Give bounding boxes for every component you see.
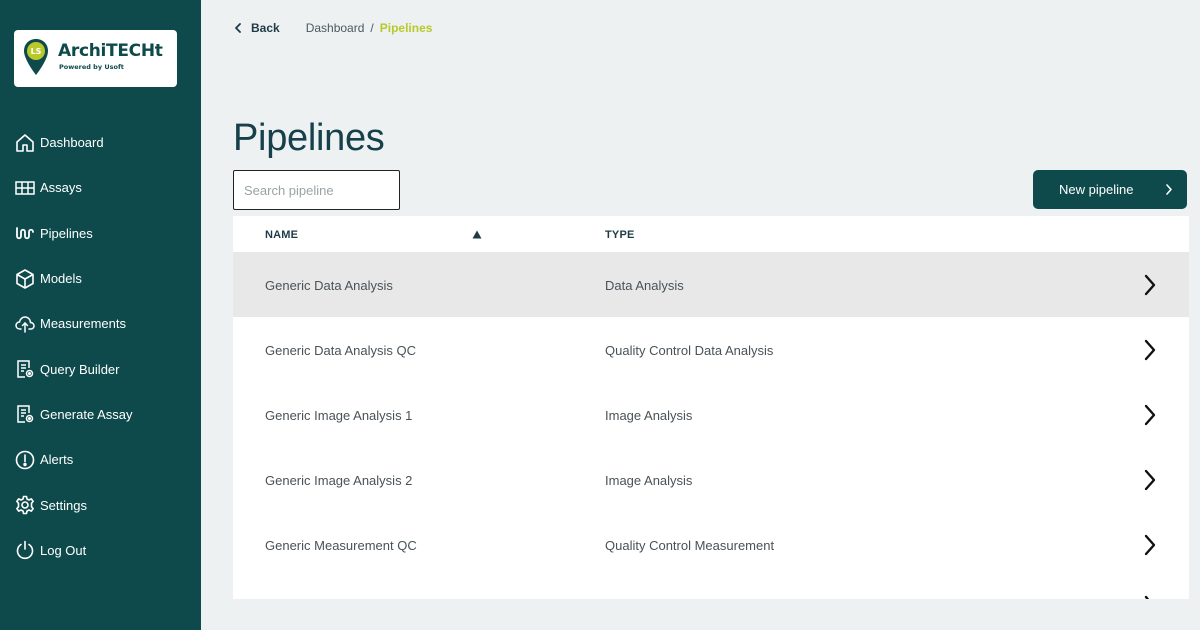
sort-ascending-icon[interactable]: [472, 230, 482, 239]
sidebar-item-generate-assay[interactable]: Generate Assay: [0, 392, 201, 437]
page-title: Pipelines: [233, 117, 385, 159]
cube-icon: [14, 268, 36, 290]
logo-subtitle: Powered by Usoft: [59, 63, 124, 71]
chevron-right-icon: [1166, 184, 1172, 195]
cell-name: Generic Image Analysis 1: [265, 408, 413, 423]
new-pipeline-label: New pipeline: [1059, 182, 1134, 197]
chevron-right-icon[interactable]: [1143, 533, 1157, 557]
document-gear-icon: [14, 403, 36, 425]
sidebar-nav: Dashboard Assays Pipelines Models Measur…: [0, 120, 201, 573]
sidebar: LS ArchiTECHt Powered by Usoft Dashboard…: [0, 0, 201, 630]
sidebar-item-settings[interactable]: Settings: [0, 482, 201, 527]
sidebar-item-label: Pipelines: [40, 225, 93, 241]
sidebar-item-label: Query Builder: [40, 361, 120, 377]
logo-title: ArchiTECHt: [58, 41, 163, 61]
sidebar-item-log-out[interactable]: Log Out: [0, 528, 201, 573]
sidebar-item-label: Dashboard: [40, 135, 104, 151]
chevron-right-icon: [1144, 595, 1150, 599]
sidebar-item-label: Log Out: [40, 542, 87, 558]
table-row[interactable]: Generic Data Analysis Data Analysis: [233, 252, 1189, 317]
breadcrumb: Dashboard / Pipelines: [306, 21, 433, 35]
power-icon: [14, 539, 36, 561]
sidebar-item-assays[interactable]: Assays: [0, 165, 201, 210]
search-input[interactable]: [233, 170, 400, 210]
chevron-right-icon[interactable]: [1143, 468, 1157, 492]
grid-icon: [14, 177, 36, 199]
table-row[interactable]: Generic Image Analysis 1 Image Analysis: [233, 382, 1189, 447]
breadcrumb-current: Pipelines: [379, 21, 433, 35]
table-header: NAME TYPE: [233, 216, 1189, 252]
cell-name: Generic Measurement QC: [265, 538, 417, 553]
breadcrumb-separator: /: [370, 21, 374, 35]
chevron-right-icon[interactable]: [1143, 403, 1157, 427]
cell-type: Image Analysis: [605, 473, 693, 488]
cell-type: Quality Control Measurement: [605, 538, 775, 553]
sidebar-item-models[interactable]: Models: [0, 256, 201, 301]
cell-type: Image Analysis: [605, 408, 693, 423]
sidebar-item-dashboard[interactable]: Dashboard: [0, 120, 201, 165]
back-button[interactable]: Back: [233, 21, 280, 35]
column-header-name[interactable]: NAME: [265, 229, 298, 241]
logo-badge: LS: [31, 47, 42, 56]
pipelines-table: NAME TYPE Generic Data Analysis Data Ana…: [233, 216, 1189, 599]
sidebar-item-label: Assays: [40, 180, 82, 196]
chevron-right-icon[interactable]: [1143, 338, 1157, 362]
document-gear-icon: [14, 358, 36, 380]
cell-name: Generic Data Analysis QC: [265, 343, 417, 358]
sidebar-item-label: Models: [40, 271, 82, 287]
pipeline-icon: [14, 222, 36, 244]
chevron-left-icon: [235, 23, 241, 33]
home-icon: [14, 132, 36, 154]
cloud-upload-icon: [14, 313, 36, 335]
alert-icon: [14, 449, 36, 471]
table-row[interactable]: Generic Measurement QC Quality Control M…: [233, 512, 1189, 577]
cell-name: Generic Image Analysis 2: [265, 473, 413, 488]
chevron-right-icon[interactable]: [1143, 273, 1157, 297]
sidebar-item-label: Settings: [40, 497, 87, 513]
cell-name: Generic Data Analysis: [265, 278, 393, 293]
cell-type: Data Analysis: [605, 278, 684, 293]
sidebar-item-alerts[interactable]: Alerts: [0, 437, 201, 482]
breadcrumb-dashboard[interactable]: Dashboard: [306, 21, 365, 35]
table-row[interactable]: Generic Image Analysis 2 Image Analysis: [233, 447, 1189, 512]
table-row[interactable]: Generic Data Analysis QC Quality Control…: [233, 317, 1189, 382]
logo[interactable]: LS ArchiTECHt Powered by Usoft: [14, 30, 177, 87]
sidebar-item-label: Alerts: [40, 452, 74, 468]
back-label: Back: [251, 21, 280, 35]
cell-type: Quality Control Data Analysis: [605, 343, 774, 358]
gear-icon: [14, 494, 36, 516]
topbar: Back Dashboard / Pipelines: [233, 20, 432, 36]
sidebar-item-label: Generate Assay: [40, 406, 133, 422]
new-pipeline-button[interactable]: New pipeline: [1033, 170, 1187, 209]
sidebar-item-measurements[interactable]: Measurements: [0, 301, 201, 346]
column-header-type: TYPE: [605, 229, 635, 241]
sidebar-item-query-builder[interactable]: Query Builder: [0, 346, 201, 391]
sidebar-item-label: Measurements: [40, 316, 126, 332]
sidebar-item-pipelines[interactable]: Pipelines: [0, 211, 201, 256]
map-pin-logo-icon: LS: [24, 39, 48, 75]
